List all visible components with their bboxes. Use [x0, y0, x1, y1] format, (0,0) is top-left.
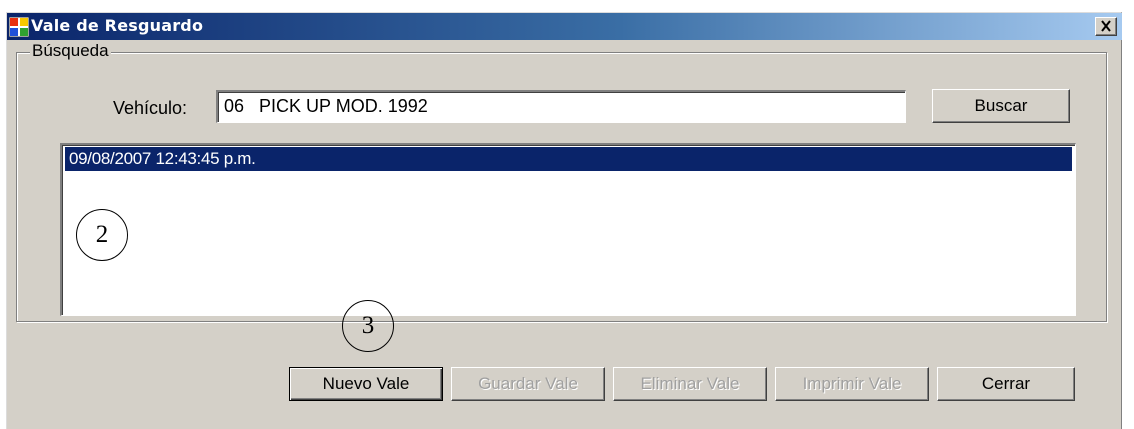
- search-group-label: Búsqueda: [30, 40, 111, 62]
- close-icon: [1101, 20, 1111, 32]
- app-form-icon: [9, 17, 29, 37]
- save-voucher-button[interactable]: Guardar Vale: [451, 367, 605, 401]
- new-voucher-button[interactable]: Nuevo Vale: [289, 367, 443, 401]
- vehicle-field[interactable]: 06 PICK UP MOD. 1992: [216, 90, 906, 123]
- callout-marker-2: 2: [76, 209, 128, 261]
- callout-marker-3: 3: [342, 300, 394, 352]
- title-bar[interactable]: Vale de Resguardo: [7, 13, 1122, 40]
- vehicle-label: Vehículo:: [113, 98, 188, 118]
- close-window-button[interactable]: [1095, 17, 1117, 36]
- close-button[interactable]: Cerrar: [937, 367, 1075, 401]
- window-title: Vale de Resguardo: [31, 16, 204, 35]
- print-voucher-button[interactable]: Imprimir Vale: [775, 367, 929, 401]
- list-item-selected[interactable]: 09/08/2007 12:43:45 p.m.: [65, 147, 1072, 171]
- delete-voucher-button[interactable]: Eliminar Vale: [613, 367, 767, 401]
- results-listbox[interactable]: 09/08/2007 12:43:45 p.m.: [60, 143, 1076, 316]
- search-button[interactable]: Buscar: [932, 89, 1070, 123]
